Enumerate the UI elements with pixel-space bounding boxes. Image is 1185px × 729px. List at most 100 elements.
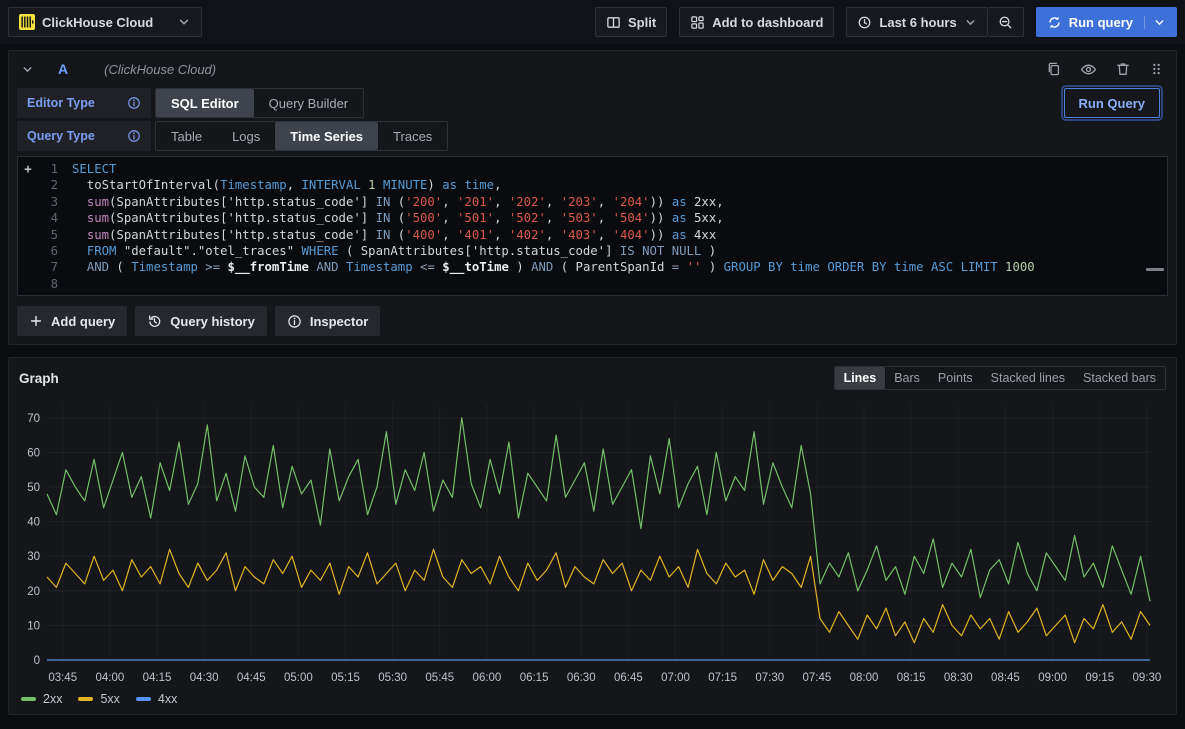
run-query-label: Run query — [1069, 15, 1133, 30]
code-line-1[interactable]: +1SELECT — [18, 161, 1167, 177]
svg-text:06:45: 06:45 — [614, 672, 643, 684]
code-line-7[interactable]: 7 AND ( Timestamp >= $__fromTime AND Tim… — [18, 259, 1167, 275]
hide-response-eye-icon[interactable] — [1080, 61, 1097, 78]
graph-style-stacked-bars[interactable]: Stacked bars — [1074, 367, 1165, 389]
line-number: 7 — [38, 259, 58, 275]
legend-item-2xx[interactable]: 2xx — [21, 692, 62, 706]
run-query-toolbar-button[interactable]: Run query — [1036, 7, 1177, 37]
query-type-option-table[interactable]: Table — [156, 122, 217, 150]
query-type-option-traces[interactable]: Traces — [378, 122, 447, 150]
duplicate-query-icon[interactable] — [1046, 61, 1062, 77]
gutter-spacer — [18, 227, 38, 243]
svg-text:09:30: 09:30 — [1132, 672, 1161, 684]
gutter-spacer — [18, 194, 38, 210]
query-history-label: Query history — [170, 314, 255, 329]
time-range-button[interactable]: Last 6 hours — [846, 7, 987, 37]
line-number: 8 — [38, 276, 58, 292]
svg-text:09:15: 09:15 — [1085, 672, 1114, 684]
svg-text:08:15: 08:15 — [897, 672, 926, 684]
legend-swatch — [136, 697, 151, 701]
svg-text:40: 40 — [27, 517, 40, 529]
legend-item-4xx[interactable]: 4xx — [136, 692, 177, 706]
remove-query-trash-icon[interactable] — [1115, 61, 1131, 77]
code-line-3[interactable]: 3 sum(SpanAttributes['http.status_code']… — [18, 194, 1167, 210]
datasource-picker[interactable]: ClickHouse Cloud — [8, 7, 202, 37]
inspector-label: Inspector — [310, 314, 369, 329]
query-type-label: Query Type — [27, 129, 95, 143]
graph-style-toggle: Lines Bars Points Stacked lines Stacked … — [834, 366, 1166, 390]
editor-type-toggle: SQL Editor Query Builder — [155, 88, 364, 118]
add-query-label: Add query — [51, 314, 115, 329]
graph-style-stacked-lines[interactable]: Stacked lines — [982, 367, 1074, 389]
query-ref-id: A — [58, 61, 68, 77]
line-number: 3 — [38, 194, 58, 210]
graph-panel-header: Graph Lines Bars Points Stacked lines St… — [9, 358, 1176, 392]
svg-text:70: 70 — [27, 413, 40, 425]
datasource-label: ClickHouse Cloud — [42, 15, 153, 30]
legend-label: 4xx — [158, 692, 177, 706]
query-type-row: Query Type Table Logs Time Series Traces — [17, 121, 1168, 151]
code-line-4[interactable]: 4 sum(SpanAttributes['http.status_code']… — [18, 210, 1167, 226]
gutter-spacer — [18, 243, 38, 259]
query-actions — [1046, 61, 1164, 78]
run-query-dropdown[interactable] — [1144, 16, 1166, 29]
svg-text:05:30: 05:30 — [378, 672, 407, 684]
graph-style-points[interactable]: Points — [929, 367, 982, 389]
svg-text:04:30: 04:30 — [190, 672, 219, 684]
time-range-label: Last 6 hours — [879, 15, 956, 30]
svg-text:05:00: 05:00 — [284, 672, 313, 684]
editor-type-option-sql-editor[interactable]: SQL Editor — [156, 89, 254, 117]
query-row-header[interactable]: A (ClickHouse Cloud) — [11, 53, 1174, 85]
query-type-option-time-series[interactable]: Time Series — [275, 122, 378, 150]
svg-text:06:00: 06:00 — [473, 672, 502, 684]
graph-style-bars[interactable]: Bars — [885, 367, 929, 389]
add-line-icon[interactable]: + — [18, 161, 38, 177]
add-to-dashboard-button[interactable]: Add to dashboard — [679, 7, 834, 37]
svg-text:04:45: 04:45 — [237, 672, 266, 684]
chevron-down-icon — [177, 15, 191, 29]
gutter-spacer — [18, 210, 38, 226]
svg-text:09:00: 09:00 — [1038, 672, 1067, 684]
legend-label: 2xx — [43, 692, 62, 706]
clickhouse-logo-icon — [19, 14, 35, 30]
svg-text:07:30: 07:30 — [755, 672, 784, 684]
info-circle-icon — [287, 314, 302, 329]
legend-label: 5xx — [100, 692, 119, 706]
sql-code-editor[interactable]: +1SELECT2 toStartOfInterval(Timestamp, I… — [17, 156, 1168, 296]
drag-handle-icon[interactable] — [1149, 61, 1164, 77]
editor-type-option-query-builder[interactable]: Query Builder — [254, 89, 363, 117]
svg-text:08:30: 08:30 — [944, 672, 973, 684]
gutter-spacer — [18, 177, 38, 193]
svg-text:04:00: 04:00 — [95, 672, 124, 684]
split-label: Split — [628, 15, 656, 30]
zoom-out-button[interactable] — [988, 7, 1024, 37]
graph-panel: Graph Lines Bars Points Stacked lines St… — [8, 357, 1177, 715]
code-line-2[interactable]: 2 toStartOfInterval(Timestamp, INTERVAL … — [18, 177, 1167, 193]
query-type-toggle: Table Logs Time Series Traces — [155, 121, 448, 151]
gutter-spacer — [18, 276, 38, 292]
code-line-5[interactable]: 5 sum(SpanAttributes['http.status_code']… — [18, 227, 1167, 243]
info-circle-icon[interactable] — [127, 96, 141, 110]
query-history-button[interactable]: Query history — [135, 306, 267, 336]
clock-icon — [857, 15, 872, 30]
query-footer-buttons: Add query Query history Inspector — [17, 306, 1168, 336]
editor-type-row: Editor Type SQL Editor Query Builder Run… — [17, 88, 1168, 118]
add-query-button[interactable]: Add query — [17, 306, 127, 336]
split-button[interactable]: Split — [595, 7, 667, 37]
chevron-down-icon — [1153, 16, 1166, 29]
svg-text:20: 20 — [27, 586, 40, 598]
info-circle-icon[interactable] — [127, 129, 141, 143]
run-query-panel-button[interactable]: Run Query — [1064, 88, 1160, 118]
graph-style-lines[interactable]: Lines — [835, 367, 886, 389]
line-number: 6 — [38, 243, 58, 259]
legend-item-5xx[interactable]: 5xx — [78, 692, 119, 706]
svg-text:50: 50 — [27, 482, 40, 494]
legend-swatch — [78, 697, 93, 701]
collapse-chevron-icon[interactable] — [21, 63, 34, 76]
code-line-6[interactable]: 6 FROM "default"."otel_traces" WHERE ( S… — [18, 243, 1167, 259]
code-line-8[interactable]: 8 — [18, 276, 1167, 292]
editor-scrollbar[interactable] — [1146, 268, 1164, 271]
query-type-option-logs[interactable]: Logs — [217, 122, 275, 150]
inspector-button[interactable]: Inspector — [275, 306, 381, 336]
graph-canvas[interactable]: 01020304050607003:4504:0004:1504:3004:45… — [17, 392, 1168, 690]
